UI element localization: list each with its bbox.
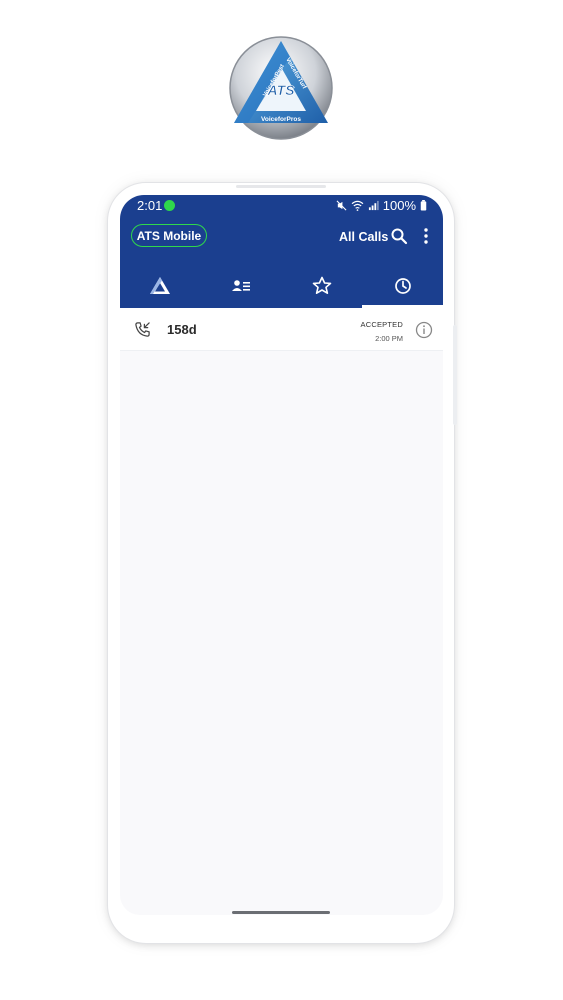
app-name-badge[interactable]: ATS Mobile <box>131 224 207 247</box>
call-filter-dropdown[interactable]: All Calls <box>339 230 388 244</box>
status-time: 2:01 <box>137 198 163 213</box>
phone-side-button <box>453 325 457 425</box>
search-icon[interactable] <box>390 227 408 245</box>
status-icons: 100% <box>336 198 427 213</box>
tab-home[interactable] <box>120 263 201 308</box>
logo-center-text: ATS <box>267 82 296 98</box>
logo-line-3: VoiceforPros <box>261 116 301 123</box>
more-vert-icon[interactable] <box>420 227 432 245</box>
triangle-icon <box>150 277 171 294</box>
app-header: 2:01 100% ATS Mobile All Calls <box>120 195 443 308</box>
call-status: ACCEPTED <box>360 320 403 329</box>
info-icon[interactable] <box>415 321 433 339</box>
triangle-logo-icon: VoiceforPest VoiceforTurf VoiceforPros A… <box>229 36 333 140</box>
mute-icon <box>336 200 347 211</box>
battery-percent: 100% <box>382 198 416 213</box>
ats-logo: VoiceforPest VoiceforTurf VoiceforPros A… <box>228 35 334 141</box>
call-contact-name: 158d <box>167 322 197 337</box>
tab-contacts[interactable] <box>201 263 282 308</box>
call-list-item[interactable]: 158d ACCEPTED 2:00 PM <box>120 308 443 351</box>
contacts-icon <box>232 279 251 291</box>
incoming-call-icon <box>135 322 150 337</box>
phone-screen: 2:01 100% ATS Mobile All Calls 158d ACCE… <box>120 195 443 915</box>
clock-icon <box>394 277 411 294</box>
phone-speaker <box>236 185 326 188</box>
home-indicator[interactable] <box>232 911 330 914</box>
signal-icon <box>368 200 379 211</box>
nav-tabs <box>120 263 443 308</box>
battery-icon <box>420 200 427 211</box>
star-icon <box>312 276 332 295</box>
recording-dot <box>164 200 175 211</box>
tab-favorites[interactable] <box>282 263 363 308</box>
wifi-icon <box>351 200 364 211</box>
status-bar: 2:01 100% <box>120 195 443 217</box>
tab-recents[interactable] <box>362 263 443 308</box>
call-time: 2:00 PM <box>375 334 403 343</box>
